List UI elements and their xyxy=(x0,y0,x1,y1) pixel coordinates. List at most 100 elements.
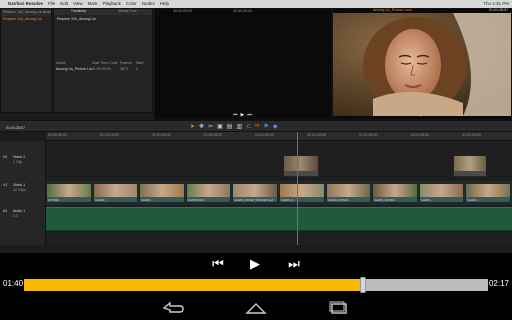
clip-v1[interactable]: GLENN_OFFSET... xyxy=(325,183,372,203)
clip-v1[interactable]: GLENN(... xyxy=(92,183,139,203)
back-icon[interactable] xyxy=(160,300,186,316)
timeline-timecode: 01:01:28:07 xyxy=(6,126,25,130)
track-v1-id: V1 xyxy=(3,183,8,187)
clip-thumbnail xyxy=(93,184,138,197)
clip-thumbnail xyxy=(466,184,510,197)
track-v2-id: V2 xyxy=(3,155,8,159)
col-name[interactable]: Name xyxy=(56,61,92,66)
menu-help[interactable]: Help xyxy=(160,0,169,8)
ruler-tick-label: 01:02:00:00 xyxy=(462,133,482,137)
ruler-tick-label: 01:01:00:00 xyxy=(255,133,275,137)
media-tree-title: Resolve 100_Among Us Browser xyxy=(1,9,51,16)
blade-tool-icon[interactable]: ✂ xyxy=(208,123,213,130)
overwrite-icon[interactable]: ▤ xyxy=(227,123,233,130)
current-time: 01:40 xyxy=(3,279,24,288)
total-time: 02:17 xyxy=(488,279,509,288)
timeline-ruler[interactable]: 01:00:00:00 01:00:15:00 01:00:30:00 01:00:4… xyxy=(46,132,512,141)
insert-icon[interactable]: ▣ xyxy=(217,123,223,130)
media-pool-panel: Timelines Media Pool Resolve 100_Among U… xyxy=(53,8,153,113)
select-tool-icon[interactable]: ➤ xyxy=(190,123,195,130)
media-tree-item[interactable]: Resolve 100_Among Us xyxy=(1,16,51,23)
clip-thumbnail xyxy=(373,184,417,197)
menu-playback[interactable]: Playback xyxy=(103,0,121,8)
clip-label: GLENN_OFFSET... xyxy=(374,199,397,202)
replace-icon[interactable]: ▥ xyxy=(236,123,242,130)
clip-thumbnail xyxy=(47,184,91,197)
row-start: 0 xyxy=(135,67,138,71)
next-icon[interactable]: ⏭ xyxy=(286,257,302,271)
marker-icon[interactable]: ◆ xyxy=(273,123,278,130)
clip-v1[interactable]: GLENN_OFFSET... xyxy=(372,183,418,203)
clip-v1[interactable]: GLENN... xyxy=(139,183,185,203)
clip-thumbnail xyxy=(419,184,464,197)
clip-label: GLENN... xyxy=(467,199,479,202)
clip-label: GLENN_OFFSET_BROKEN.mp4 xyxy=(234,199,274,202)
menu-view[interactable]: View xyxy=(73,0,83,8)
clip-v2-b[interactable] xyxy=(453,155,487,177)
clip-label: GLENN... xyxy=(141,199,153,202)
source-play-icon[interactable]: ▶ xyxy=(241,112,245,118)
menu-edit[interactable]: Edit xyxy=(60,0,68,8)
row-name: Among Us_Picture Lock xyxy=(56,67,92,71)
previous-icon[interactable]: ⏮ xyxy=(210,257,226,271)
ruler-tick-label: 01:01:15:00 xyxy=(306,133,326,137)
row-tc: 01:00:00:00 xyxy=(91,67,111,71)
clip-thumbnail xyxy=(233,184,277,197)
track-v1-sub: 12 Clips xyxy=(13,188,26,192)
flag-icon[interactable]: ⚑ xyxy=(263,123,268,130)
home-icon[interactable] xyxy=(243,300,269,316)
video-frame xyxy=(333,13,511,116)
source-prev-icon[interactable]: ⏮ xyxy=(233,112,238,118)
clip-v1[interactable]: HOTWIR... xyxy=(46,183,92,203)
menu-nodes[interactable]: Nodes xyxy=(142,0,155,8)
menu-mark[interactable]: Mark xyxy=(88,0,98,8)
menu-file[interactable]: File xyxy=(48,0,55,8)
track-v1[interactable]: V1 Video 1 12 Clips xyxy=(3,183,26,192)
media-tree-panel: Resolve 100_Among Us Browser Resolve 100… xyxy=(0,8,52,113)
clip-v1[interactable]: GLENN... xyxy=(465,183,511,203)
ruler-tick-label: 01:00:15:00 xyxy=(99,133,119,137)
clip-v1[interactable]: GLENN_OFFSET_BROKEN.mp4 xyxy=(232,183,278,203)
link-icon[interactable]: ∞ xyxy=(255,123,259,130)
clip-v1[interactable]: GLENN_D... xyxy=(279,183,325,203)
column-headers: Name Start Time Code Frames Start xyxy=(56,61,150,66)
clip-v1[interactable]: GLENN... xyxy=(418,183,465,203)
clip-thumbnail xyxy=(326,184,371,197)
tab-media-pool[interactable]: Media Pool xyxy=(103,9,152,15)
col-frames[interactable]: Frames xyxy=(120,61,136,66)
trim-tool-icon[interactable]: ✥ xyxy=(199,123,204,130)
ruler-tick-label: 01:00:45:00 xyxy=(203,133,223,137)
clip-v1[interactable]: CHATROOM(... xyxy=(185,183,232,203)
clip-v2-a[interactable] xyxy=(283,155,319,177)
table-row[interactable]: Among Us_Picture Lock 01:00:00:00 3873 0 xyxy=(56,67,150,72)
play-icon[interactable]: ▶ xyxy=(247,257,263,271)
track-a1-sub: 2.0 xyxy=(13,214,18,218)
source-tc-mid: 00:00:00:00 xyxy=(233,9,252,13)
col-start[interactable]: Start xyxy=(136,61,150,66)
menu-app[interactable]: DaVinci Resolve xyxy=(8,0,43,8)
clip-label: GLENN(... xyxy=(94,199,107,202)
track-v2[interactable]: V2 Video 2 1 Clip xyxy=(3,155,25,164)
timeline-playhead[interactable] xyxy=(297,132,298,245)
source-viewer[interactable]: 00:00:00:00 00:00:00:00 ⏮ ▶ ⏭ xyxy=(154,8,332,120)
clip-label: GLENN_D... xyxy=(281,199,296,202)
col-start-tc[interactable]: Start Time Code xyxy=(92,61,120,66)
source-next-icon[interactable]: ⏭ xyxy=(247,112,252,118)
menu-color[interactable]: Color xyxy=(126,0,137,8)
timeline-tracks[interactable]: HOTWIR... GLENN(... GLENN... CHATROOM(... GL… xyxy=(46,141,512,245)
clip-label: HOTWIR... xyxy=(48,199,61,202)
snap-icon[interactable]: ⊂ xyxy=(246,123,251,130)
track-headers: V2 Video 2 1 Clip V1 Video 1 12 Clips A1… xyxy=(0,141,46,245)
ruler-tick-label: 01:00:30:00 xyxy=(151,133,171,137)
tab-timelines[interactable]: Timelines xyxy=(54,9,103,15)
seek-thumb[interactable] xyxy=(359,277,366,293)
media-player-controls: ⏮ ▶ ⏭ xyxy=(0,253,512,298)
track-a1[interactable]: A1 Audio 1 2.0 xyxy=(3,209,25,218)
track-a1-id: A1 xyxy=(3,209,8,213)
video-frame-image xyxy=(333,13,511,116)
seek-bar-progress xyxy=(24,279,363,291)
recent-apps-icon[interactable] xyxy=(326,300,352,316)
clip-thumbnail xyxy=(280,184,324,197)
audio-track-a1[interactable] xyxy=(46,207,512,231)
row-frames: 3873 xyxy=(119,67,128,71)
